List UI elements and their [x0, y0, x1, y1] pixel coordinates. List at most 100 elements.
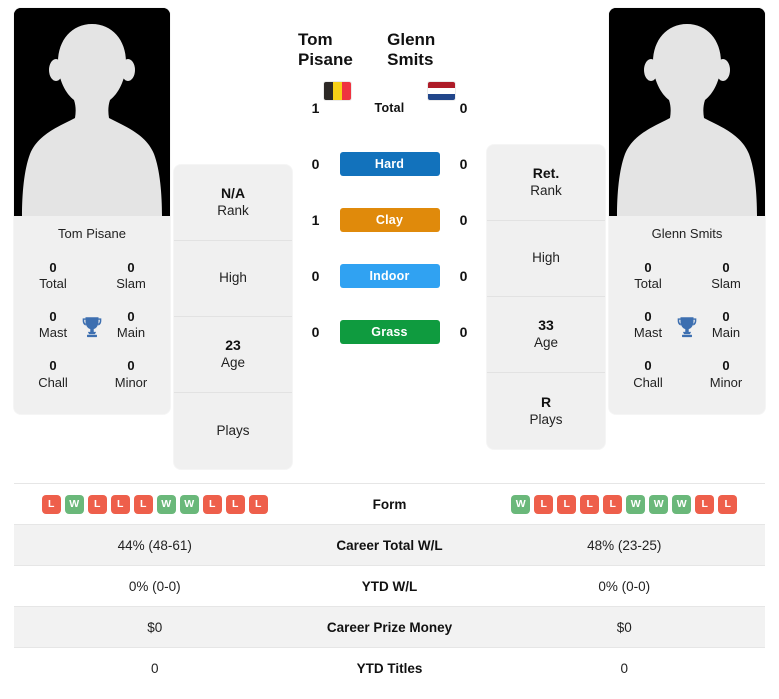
h2h-left-score: 0	[311, 156, 320, 172]
form-badge-loss[interactable]: L	[110, 494, 130, 514]
right-stat-cell: 0	[484, 661, 766, 676]
h2h-right-score: 0	[459, 324, 468, 340]
right-titles-grid: 0 Total 0 Slam 0 Mast 0 Main 0 Chall 0 M…	[609, 249, 765, 415]
right-stat-value: $0	[616, 619, 632, 635]
form-badge-loss[interactable]: L	[87, 494, 107, 514]
right-stat-value: 0% (0-0)	[598, 578, 651, 594]
right-rank-cell: Ret. Rank	[487, 145, 605, 221]
right-stat-value: 48% (23-25)	[587, 537, 662, 553]
left-rank-value: N/A	[220, 185, 246, 202]
right-minor-titles: 0 Minor	[687, 358, 765, 391]
form-badge-loss[interactable]: L	[718, 494, 738, 514]
left-age-label: Age	[220, 355, 246, 371]
left-stat-value: $0	[147, 619, 163, 635]
form-badge-loss[interactable]: L	[248, 494, 268, 514]
form-badge-loss[interactable]: L	[225, 494, 245, 514]
form-badge-win[interactable]: W	[626, 494, 646, 514]
player-comparison-page: Tom Pisane 0 Total 0 Slam 0 Mast 0 Main …	[0, 0, 779, 699]
player-names-row: Tom Pisane Glenn Smits	[292, 30, 487, 70]
right-titles-row-2: 0 Mast 0 Main	[609, 302, 765, 351]
table-row: 44% (48-61) Career Total W/L 48% (23-25)	[14, 524, 765, 565]
h2h-right-score: 0	[459, 156, 468, 172]
left-player-info-card: N/A Rank High 23 Age Plays	[174, 165, 292, 469]
h2h-row-grass: 0 Grass 0	[308, 304, 472, 360]
right-plays-label: Plays	[529, 411, 563, 427]
left-titles-grid: 0 Total 0 Slam 0 Mast 0 Main 0 Chall 0 M…	[14, 249, 170, 415]
left-titles-row-2: 0 Mast 0 Main	[14, 302, 170, 351]
form-badge-win[interactable]: W	[672, 494, 692, 514]
right-slam-label: Slam	[711, 276, 741, 292]
right-plays-value: R	[540, 393, 552, 410]
h2h-left-score: 0	[311, 268, 320, 284]
left-minor-titles: 0 Minor	[92, 358, 170, 391]
form-badge-loss[interactable]: L	[41, 494, 61, 514]
right-high-cell: High	[487, 221, 605, 297]
trophy-icon	[79, 314, 105, 340]
left-rank-label: Rank	[217, 203, 249, 219]
left-chall-label: Chall	[38, 374, 68, 390]
right-photo-name: Glenn Smits	[609, 216, 765, 249]
right-plays-cell: R Plays	[487, 373, 605, 449]
form-badge-win[interactable]: W	[156, 494, 176, 514]
right-chall-label: Chall	[633, 374, 663, 390]
h2h-left-score: 1	[311, 212, 320, 228]
right-stat-cell: WLLLLWWWLL	[484, 494, 766, 514]
left-stat-value: 0% (0-0)	[128, 578, 181, 594]
right-player-name[interactable]: Glenn Smits	[387, 30, 481, 70]
h2h-row-indoor: 0 Indoor 0	[308, 248, 472, 304]
left-slam-titles: 0 Slam	[92, 260, 170, 293]
form-badge-win[interactable]: W	[64, 494, 84, 514]
right-total-titles: 0 Total	[609, 260, 687, 293]
surface-badge-hard[interactable]: Hard	[339, 152, 440, 176]
form-badge-loss[interactable]: L	[557, 494, 577, 514]
right-minor-label: Minor	[709, 374, 743, 390]
left-player-column: Tom Pisane 0 Total 0 Slam 0 Mast 0 Main …	[14, 8, 170, 415]
right-high-label: High	[532, 250, 560, 266]
right-slam-titles: 0 Slam	[687, 260, 765, 293]
right-age-value: 33	[538, 317, 554, 334]
right-titles-row-3: 0 Chall 0 Minor	[609, 351, 765, 400]
surface-badge-grass[interactable]: Grass	[339, 320, 440, 344]
form-badge-win[interactable]: W	[649, 494, 669, 514]
left-plays-cell: Plays	[174, 393, 292, 469]
right-total-label: Total	[634, 276, 662, 292]
form-badge-win[interactable]: W	[511, 494, 531, 514]
left-player-card[interactable]: Tom Pisane 0 Total 0 Slam 0 Mast 0 Main …	[14, 8, 170, 415]
left-total-value: 0	[49, 260, 57, 275]
right-age-cell: 33 Age	[487, 297, 605, 373]
h2h-left-score: 1	[311, 100, 320, 116]
right-stat-value: 0	[620, 660, 628, 676]
surface-badge-indoor[interactable]: Indoor	[339, 264, 440, 288]
right-chall-value: 0	[644, 358, 652, 374]
form-badge-loss[interactable]: L	[202, 494, 222, 514]
left-age-cell: 23 Age	[174, 317, 292, 393]
form-badge-win[interactable]: W	[179, 494, 199, 514]
surface-badge-clay[interactable]: Clay	[339, 208, 440, 232]
right-stat-cell: 48% (23-25)	[484, 538, 766, 553]
left-player-name[interactable]: Tom Pisane	[298, 30, 387, 70]
form-badge-loss[interactable]: L	[603, 494, 623, 514]
left-stat-cell: 44% (48-61)	[14, 538, 296, 553]
right-player-card[interactable]: Glenn Smits 0 Total 0 Slam 0 Mast 0 Main…	[609, 8, 765, 415]
left-high-cell: High	[174, 241, 292, 317]
right-player-info-card: Ret. Rank High 33 Age R Plays	[487, 145, 605, 449]
right-form-badges: WLLLLWWWLL	[511, 494, 738, 514]
stat-label: YTD W/L	[361, 578, 418, 594]
h2h-right-score: 0	[459, 100, 468, 116]
left-total-titles: 0 Total	[14, 260, 92, 293]
h2h-right-score: 0	[459, 212, 468, 228]
right-rank-label: Rank	[530, 183, 562, 199]
form-badge-loss[interactable]: L	[695, 494, 715, 514]
form-badge-loss[interactable]: L	[580, 494, 600, 514]
left-titles-row-3: 0 Chall 0 Minor	[14, 351, 170, 400]
left-age-value: 23	[225, 337, 241, 354]
left-total-label: Total	[39, 276, 67, 292]
form-badge-loss[interactable]: L	[133, 494, 153, 514]
stat-label: YTD Titles	[356, 660, 423, 676]
right-minor-value: 0	[722, 358, 730, 374]
form-badge-loss[interactable]: L	[534, 494, 554, 514]
comparison-header: Tom Pisane 0 Total 0 Slam 0 Mast 0 Main …	[0, 0, 779, 469]
left-stat-value: 0	[150, 660, 159, 676]
right-total-value: 0	[644, 260, 652, 275]
left-chall-value: 0	[49, 358, 57, 374]
